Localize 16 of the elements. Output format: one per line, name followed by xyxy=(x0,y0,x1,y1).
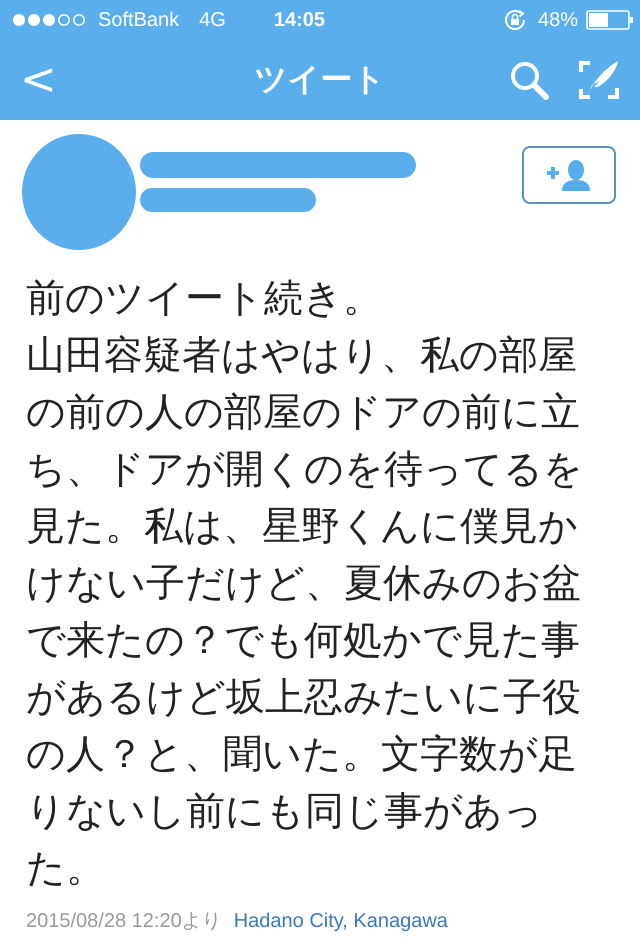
status-time: 14:05 xyxy=(274,8,326,32)
add-user-icon xyxy=(545,159,593,191)
screen-title: ツイート xyxy=(254,59,386,100)
carrier-name: SoftBank xyxy=(98,8,180,32)
tweet-text: 前のツイート続き。 xyxy=(26,275,383,323)
tweet-timestamp: 2015/08/28 12:20より xyxy=(26,910,222,932)
follow-button[interactable] xyxy=(522,146,616,204)
location-link[interactable]: Hadano City, Kanagawa xyxy=(234,910,448,932)
rotation-lock-icon xyxy=(504,9,528,31)
tweet-text: 山田容疑者はやはり、私の部屋の前の人の部屋のドアの前に立ち、ドアが開くのを待ってるを見た。私は、星野くんに僕見かけない子だけど、夏休みのお盆で来たの？でも何処かで見た事があるけど坂上忍みたいに子役の人？と、聞いた。文字数が足りないし前にも同じ事があった。 xyxy=(26,332,584,893)
compose-icon[interactable] xyxy=(578,59,620,101)
search-icon[interactable] xyxy=(508,59,550,101)
network-type: 4G xyxy=(199,8,226,32)
back-button[interactable]: < xyxy=(20,58,57,102)
battery-icon xyxy=(586,10,634,30)
battery-percent: 48% xyxy=(538,8,578,32)
